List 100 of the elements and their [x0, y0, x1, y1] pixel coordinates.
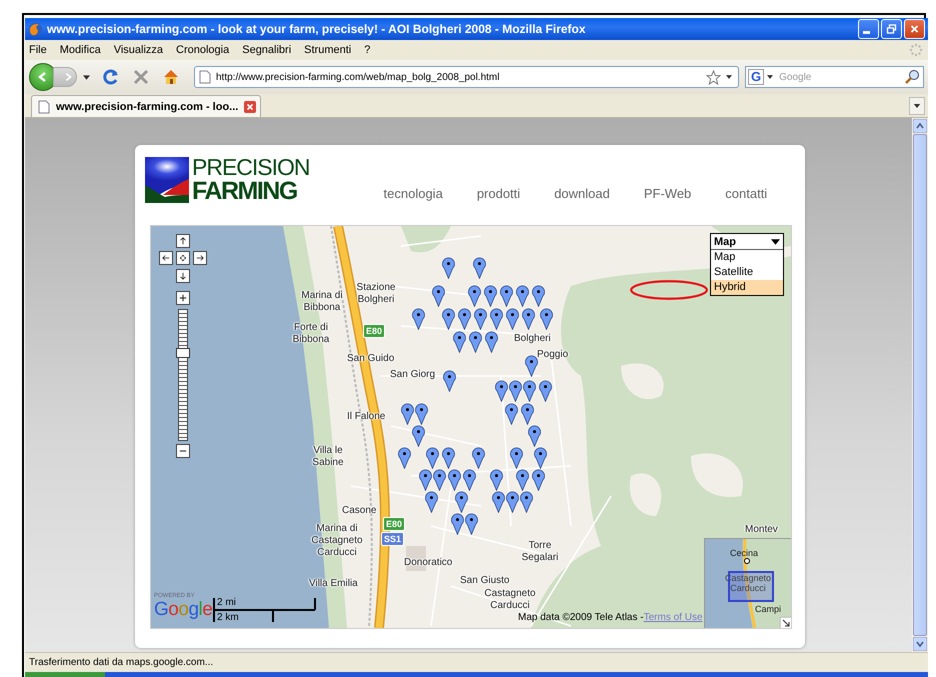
start-button[interactable]	[25, 672, 105, 677]
zoom-out-button[interactable]	[176, 444, 190, 458]
map-pin[interactable]	[458, 308, 470, 330]
map-pin[interactable]	[442, 256, 454, 278]
pan-left-button[interactable]	[159, 251, 173, 265]
menu-item[interactable]: Strumenti	[304, 44, 352, 56]
caret-icon[interactable]	[767, 75, 774, 79]
scroll-down-icon[interactable]	[913, 637, 927, 651]
pan-right-button[interactable]	[193, 251, 207, 265]
map-pin[interactable]	[426, 446, 438, 468]
map-pin[interactable]	[506, 308, 518, 330]
map-pin[interactable]	[454, 490, 468, 512]
map-pin[interactable]	[468, 330, 482, 352]
map-pin[interactable]	[494, 380, 508, 402]
map-pin[interactable]	[448, 468, 460, 490]
map-pin[interactable]	[398, 446, 410, 468]
map-pin[interactable]	[412, 424, 424, 446]
nav-link[interactable]: PF-Web	[644, 186, 692, 201]
map-pin[interactable]	[414, 402, 428, 424]
search-field[interactable]: G Google	[745, 66, 924, 88]
map-pin[interactable]	[442, 446, 454, 468]
map-pin[interactable]	[500, 284, 512, 306]
address-field[interactable]: http://www.precision-farming.com/web/map_bolg_2008_pol.html	[194, 66, 739, 88]
minimize-button[interactable]	[858, 19, 879, 39]
map-pin[interactable]	[424, 490, 438, 512]
zoom-slider-thumb[interactable]	[176, 348, 190, 358]
pan-up-button[interactable]	[176, 234, 190, 248]
map-pin[interactable]	[520, 490, 532, 512]
search-icon[interactable]	[904, 69, 920, 85]
map-pin[interactable]	[522, 380, 536, 402]
map-pin[interactable]	[516, 284, 528, 306]
map-pin[interactable]	[506, 490, 518, 512]
map-pin[interactable]	[490, 308, 502, 330]
caret-icon[interactable]	[726, 75, 732, 79]
scrollbar[interactable]	[912, 118, 928, 652]
map-pin[interactable]	[538, 380, 552, 402]
close-button[interactable]	[904, 19, 925, 39]
map-pin[interactable]	[412, 308, 424, 330]
map-pin[interactable]	[532, 468, 544, 490]
map-pin[interactable]	[508, 380, 522, 402]
map-pin[interactable]	[472, 446, 484, 468]
zoom-in-button[interactable]	[176, 291, 190, 305]
close-tab-icon[interactable]	[244, 100, 256, 112]
scrollbar-thumb[interactable]	[913, 134, 927, 636]
pan-down-button[interactable]	[176, 269, 190, 283]
map-pin[interactable]	[400, 402, 414, 424]
map-pin[interactable]	[532, 284, 544, 306]
maximize-button[interactable]	[881, 19, 902, 39]
browser-tab[interactable]: www.precision-farming.com - loo...	[31, 95, 262, 117]
zoom-slider[interactable]	[178, 309, 188, 441]
menu-item[interactable]: File	[29, 44, 47, 56]
map-pin[interactable]	[522, 308, 534, 330]
menu-item[interactable]: Cronologia	[176, 44, 230, 56]
map-pin[interactable]	[520, 402, 534, 424]
map-pin[interactable]	[462, 468, 476, 490]
map-type-option[interactable]: Hybrid	[711, 280, 783, 295]
star-icon[interactable]	[706, 70, 721, 84]
reload-icon[interactable]	[102, 68, 120, 86]
search-engine-button[interactable]: G	[748, 69, 764, 85]
map-pin[interactable]	[472, 256, 486, 278]
map-pin[interactable]	[484, 330, 498, 352]
map-pin[interactable]	[540, 308, 552, 330]
caret-icon[interactable]	[83, 74, 90, 80]
map-type-option[interactable]: Satellite	[711, 265, 783, 280]
map-pin[interactable]	[510, 446, 522, 468]
map-pin[interactable]	[452, 330, 466, 352]
collapse-arrow-icon[interactable]	[780, 617, 791, 628]
home-icon[interactable]	[162, 68, 180, 86]
map-type-dropdown[interactable]: Map	[711, 234, 783, 250]
menu-item[interactable]: Visualizza	[114, 44, 164, 56]
map-pin[interactable]	[468, 284, 480, 306]
menu-item[interactable]: Segnalibri	[242, 44, 292, 56]
map-pin[interactable]	[418, 468, 432, 490]
map-type-option[interactable]: Map	[711, 250, 783, 265]
map-pin[interactable]	[474, 308, 486, 330]
nav-link[interactable]: contatti	[725, 186, 768, 201]
map-pin[interactable]	[528, 424, 540, 446]
map-pin[interactable]	[534, 446, 546, 468]
nav-link[interactable]: download	[554, 186, 610, 201]
map-pin[interactable]	[484, 284, 496, 306]
map-pin[interactable]	[524, 354, 538, 376]
scroll-up-icon[interactable]	[913, 119, 927, 133]
nav-link[interactable]: tecnologia	[384, 186, 443, 201]
place-label: San Giusto	[460, 575, 510, 587]
list-tabs-button[interactable]	[909, 96, 925, 114]
map-pin[interactable]	[442, 370, 456, 392]
four-arrows-icon	[179, 254, 187, 262]
map-pin[interactable]	[492, 490, 504, 512]
map-pin[interactable]	[432, 468, 446, 490]
map-pin[interactable]	[442, 308, 454, 330]
map-pin[interactable]	[516, 468, 528, 490]
menu-item[interactable]: Modifica	[60, 44, 101, 56]
map-pin[interactable]	[450, 512, 464, 534]
map-pin[interactable]	[490, 468, 502, 490]
map-pin[interactable]	[464, 512, 478, 534]
pan-center-button[interactable]	[176, 251, 190, 265]
menu-item[interactable]: ?	[364, 44, 370, 56]
nav-link[interactable]: prodotti	[476, 186, 520, 201]
map-pin[interactable]	[504, 402, 518, 424]
map-pin[interactable]	[432, 284, 444, 306]
